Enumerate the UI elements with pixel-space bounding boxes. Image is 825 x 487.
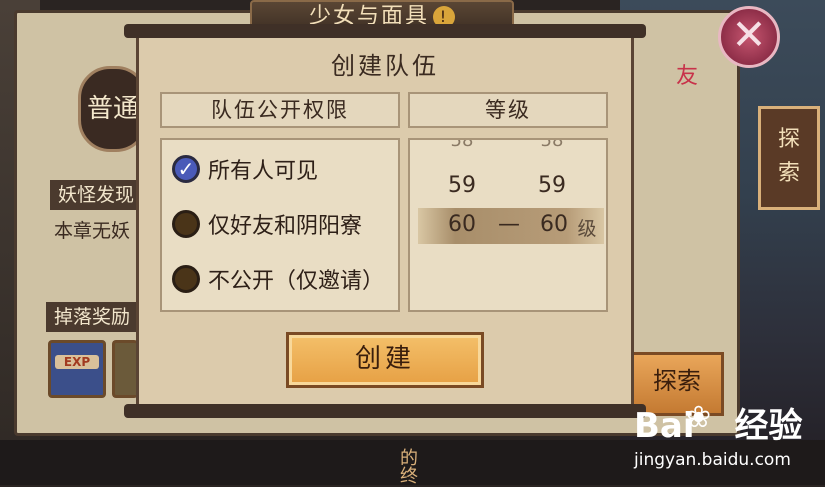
option-friends-guild-label: 仅好友和阴阳寮 bbox=[208, 214, 363, 239]
reward-exp-scroll-icon[interactable]: EXP bbox=[48, 340, 106, 398]
level-min-prev: 59 bbox=[448, 173, 476, 198]
bottom-chars: 的终 bbox=[400, 448, 418, 487]
level-header: 等级 bbox=[408, 92, 608, 128]
level-row-clip: 58 58 bbox=[410, 140, 606, 154]
reward-coin-icon[interactable] bbox=[112, 340, 138, 398]
dialog-bottom-rod bbox=[124, 404, 646, 418]
option-invite-only-label: 不公开（仅邀请） bbox=[208, 269, 385, 294]
dialog-top-rod bbox=[124, 24, 646, 38]
watermark-brand-b: 经验 bbox=[734, 406, 803, 446]
level-max-selected[interactable]: 60 bbox=[534, 212, 574, 237]
level-min-prev2: 58 bbox=[450, 140, 474, 151]
permission-header: 队伍公开权限 bbox=[160, 92, 400, 128]
monster-section-label: 妖怪发现 bbox=[50, 180, 143, 210]
radio-empty-icon bbox=[172, 265, 200, 293]
dialog-title: 创建队伍 bbox=[331, 52, 439, 80]
friend-tag: 友 bbox=[676, 64, 699, 89]
level-max-prev: 59 bbox=[538, 173, 566, 198]
option-everyone-label: 所有人可见 bbox=[208, 159, 319, 184]
baidu-paw-icon: ❀ bbox=[686, 400, 712, 435]
watermark-logo: Bai 经验 bbox=[634, 398, 803, 447]
option-invite-only[interactable]: 不公开（仅邀请） bbox=[172, 262, 384, 296]
create-button[interactable]: 创建 bbox=[286, 332, 484, 388]
close-button[interactable]: ✕ bbox=[718, 6, 780, 68]
level-max-prev2: 58 bbox=[540, 140, 564, 151]
level-separator: — bbox=[498, 212, 520, 237]
watermark-url: jingyan.baidu.com bbox=[634, 450, 791, 470]
radio-empty-icon bbox=[172, 210, 200, 238]
monster-section-text: 本章无妖 bbox=[54, 220, 131, 242]
option-friends-guild[interactable]: 仅好友和阴阳寮 bbox=[172, 207, 362, 241]
explore-side-button[interactable]: 探索 bbox=[758, 106, 820, 210]
exp-label: EXP bbox=[55, 355, 99, 369]
option-everyone[interactable]: ✓ 所有人可见 bbox=[172, 152, 318, 186]
level-min-selected[interactable]: 60 bbox=[442, 212, 482, 237]
reward-section-label: 掉落奖励 bbox=[46, 302, 139, 332]
bottom-text: 的终 bbox=[400, 450, 418, 486]
checkmark-icon: ✓ bbox=[172, 155, 200, 183]
explore-side-label: 探索 bbox=[777, 127, 800, 186]
level-unit: 级 bbox=[577, 218, 597, 240]
